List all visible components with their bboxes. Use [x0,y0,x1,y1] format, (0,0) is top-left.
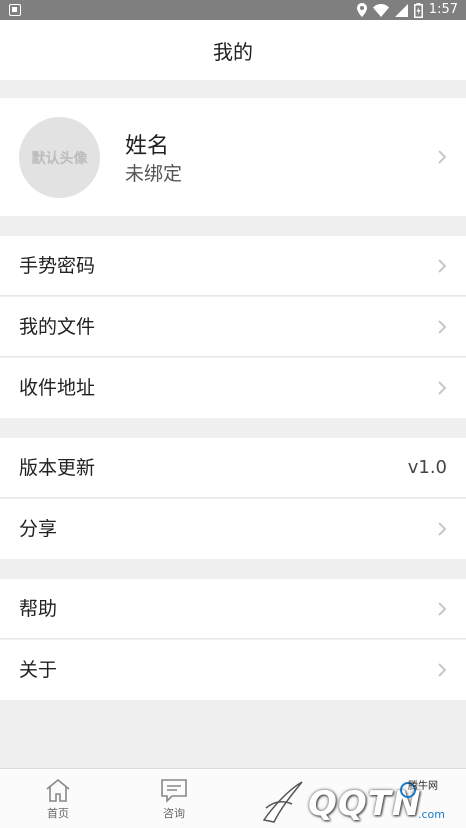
chevron-right-icon [438,602,447,616]
menu-item-label: 版本更新 [19,457,96,479]
watermark-domain: .com [418,808,445,821]
wifi-icon [372,3,389,17]
location-icon [356,3,367,17]
header: 我的 [0,20,466,80]
chevron-right-icon [438,259,447,273]
status-icons: 1:57 [356,2,458,18]
status-bar: 1:57 [0,0,466,20]
menu-item-share[interactable]: 分享 [0,499,466,559]
tab-consult[interactable]: 咨询 [134,769,214,828]
menu-item-label: 手势密码 [19,255,96,277]
watermark-site: 腾牛网 [408,781,438,792]
menu-item-about[interactable]: 关于 [0,640,466,700]
watermark: QQTN 腾牛网 .com [258,772,466,828]
menu-item-label: 收件地址 [19,377,96,399]
chevron-right-icon [438,381,447,395]
menu-item-label: 关于 [19,659,58,681]
menu-item-gesture-password[interactable]: 手势密码 [0,236,466,296]
chevron-right-icon [438,320,447,334]
profile-name: 姓名 [125,134,170,159]
chevron-right-icon [438,150,447,164]
tab-home[interactable]: 首页 [18,769,98,828]
status-time: 1:57 [428,2,458,17]
chevron-right-icon [438,663,447,677]
battery-icon [413,2,423,18]
profile-card[interactable]: 默认头像 姓名 未绑定 [0,98,466,216]
version-value: v1.0 [407,457,447,478]
watermark-logo-icon [262,781,303,823]
tab-label: 咨询 [163,807,185,820]
menu-item-label: 我的文件 [19,316,96,338]
profile-binding-status: 未绑定 [125,163,183,185]
tab-label: 首页 [47,807,69,820]
menu-item-my-files[interactable]: 我的文件 [0,297,466,357]
menu-item-label: 帮助 [19,598,58,620]
menu-item-version-update[interactable]: 版本更新 v1.0 [0,438,466,498]
signal-icon [394,3,408,17]
notification-icon [9,4,21,16]
home-icon [46,778,70,802]
menu-item-label: 分享 [19,518,58,540]
chat-icon [161,779,187,803]
chevron-right-icon [438,522,447,536]
avatar[interactable]: 默认头像 [19,117,100,198]
page-title: 我的 [213,39,253,64]
menu-item-shipping-address[interactable]: 收件地址 [0,358,466,418]
menu-item-help[interactable]: 帮助 [0,579,466,639]
